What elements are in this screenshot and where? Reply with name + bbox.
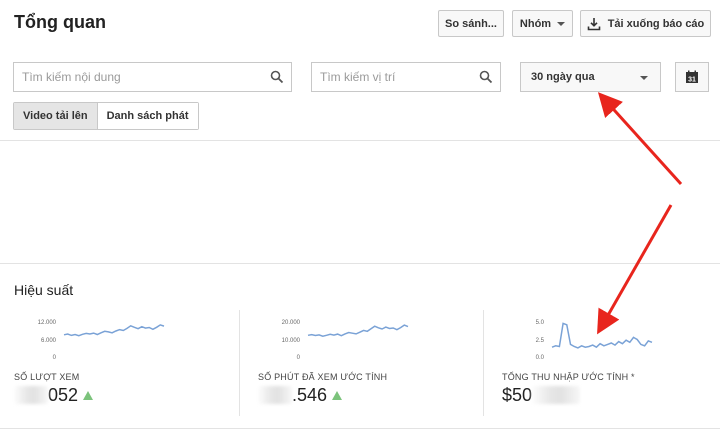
download-icon	[587, 17, 601, 30]
y-tick-label: 5.0	[536, 320, 545, 326]
download-report-button[interactable]: Tải xuống báo cáo	[580, 10, 711, 37]
tab-uploaded-videos[interactable]: Video tải lên	[14, 103, 98, 129]
y-tick-label: 10.000	[282, 338, 301, 344]
divider	[0, 140, 720, 141]
views-line	[63, 324, 165, 337]
metric-card-views[interactable]: 12.000 6.000 0 SỐ LƯỢT XEM 052	[14, 312, 240, 420]
compare-button[interactable]: So sánh...	[438, 10, 504, 37]
card-separator	[239, 310, 240, 416]
location-search	[311, 62, 501, 92]
metric-value: $50	[502, 384, 581, 406]
y-tick-label: 12.000	[38, 320, 57, 326]
redacted-value	[532, 386, 581, 404]
content-type-tabs: Video tải lên Danh sách phát	[13, 102, 199, 130]
metric-value-text: $50	[502, 384, 533, 405]
search-icon[interactable]	[270, 70, 284, 84]
date-range-select[interactable]: 30 ngày qua	[520, 62, 661, 92]
revenue-sparkline: 5.0 2.5 0.0	[536, 320, 653, 361]
divider	[0, 263, 720, 264]
y-tick-label: 0.0	[536, 355, 545, 361]
content-search	[13, 62, 292, 92]
metric-value-text: 052	[48, 384, 79, 405]
y-tick-label: 0	[297, 355, 301, 361]
performance-title: Hiệu suất	[14, 282, 74, 298]
y-tick-label: 20.000	[282, 320, 301, 326]
caret-down-icon	[557, 21, 566, 26]
metric-value: 052	[14, 384, 94, 406]
card-separator	[483, 310, 484, 416]
search-icon[interactable]	[479, 70, 493, 84]
metric-label: SỐ LƯỢT XEM	[14, 372, 80, 382]
caret-down-icon	[640, 76, 648, 80]
content-search-input[interactable]	[14, 63, 291, 91]
group-button-label: Nhóm	[519, 17, 552, 30]
y-tick-label: 2.5	[536, 338, 545, 344]
calendar-day: 31	[688, 77, 696, 84]
metric-label: TỔNG THU NHẬP ƯỚC TÍNH *	[502, 372, 635, 382]
location-search-input[interactable]	[312, 63, 500, 91]
calendar-icon: 31	[686, 70, 698, 84]
group-button[interactable]: Nhóm	[512, 10, 573, 37]
download-report-label: Tải xuống báo cáo	[607, 17, 705, 30]
metric-value-text: .546	[292, 384, 328, 405]
y-tick-label: 6.000	[41, 338, 57, 344]
annotation-arrow	[597, 204, 673, 335]
trend-up-icon	[83, 390, 94, 400]
watch-minutes-sparkline: 20.000 10.000 0	[282, 320, 409, 361]
redacted-value	[14, 386, 48, 404]
date-range-value: 30 ngày qua	[531, 71, 595, 83]
divider	[0, 428, 720, 429]
revenue-line	[551, 322, 653, 349]
tab-playlists[interactable]: Danh sách phát	[97, 103, 198, 129]
y-tick-label: 0	[53, 355, 57, 361]
trend-up-icon	[332, 390, 343, 400]
metric-value: .546	[258, 384, 343, 406]
header: Tổng quan So sánh... Nhóm Tải xuống báo …	[0, 0, 720, 48]
calendar-button[interactable]: 31	[675, 62, 709, 92]
metric-card-revenue[interactable]: 5.0 2.5 0.0 TỔNG THU NHẬP ƯỚC TÍNH * $50	[502, 312, 720, 420]
annotation-arrow	[597, 92, 683, 186]
page-title: Tổng quan	[14, 12, 106, 32]
watch-minutes-line	[307, 324, 409, 337]
metric-label: SỐ PHÚT ĐÃ XEM ƯỚC TÍNH	[258, 372, 388, 382]
metric-card-watch-minutes[interactable]: 20.000 10.000 0 SỐ PHÚT ĐÃ XEM ƯỚC TÍNH …	[258, 312, 484, 420]
views-sparkline: 12.000 6.000 0	[38, 320, 165, 361]
redacted-value	[258, 386, 292, 404]
